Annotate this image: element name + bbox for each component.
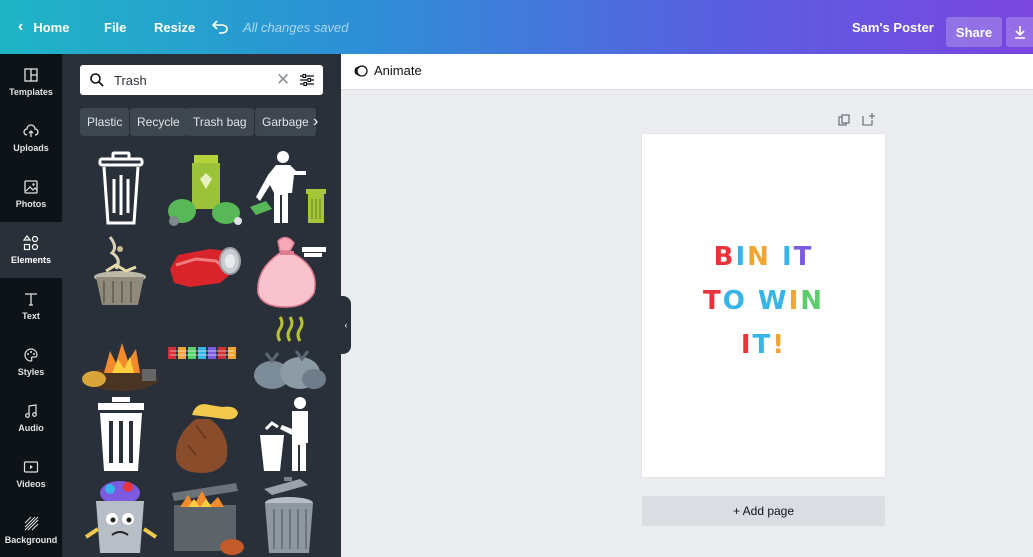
result-burning-dumpster[interactable]: [166, 477, 244, 555]
result-brown-trash-bag[interactable]: [166, 395, 244, 473]
text-icon: [25, 293, 37, 306]
poster-letter: [747, 286, 758, 316]
poster-letter: T: [702, 286, 723, 316]
rail-item-background[interactable]: Background: [0, 502, 62, 557]
animate-icon: [354, 64, 368, 77]
rail-label: Templates: [9, 87, 53, 97]
poster-letter: I: [788, 286, 801, 316]
result-crushed-red-can[interactable]: [166, 231, 244, 309]
result-person-at-trash-can[interactable]: [250, 395, 328, 473]
download-button[interactable]: [1006, 17, 1033, 47]
poster-text-line-3[interactable]: IT!: [642, 330, 885, 360]
poster-letter: N: [747, 242, 771, 272]
poster-letter: T: [752, 330, 773, 360]
rail-label: Videos: [16, 479, 46, 489]
rail-label: Elements: [10, 255, 52, 265]
chevron-left-icon: ‹: [18, 18, 24, 35]
home-button[interactable]: ‹ Home: [18, 0, 69, 54]
video-icon: [23, 461, 39, 473]
result-smelly-garbage-bags[interactable]: [250, 313, 328, 391]
rail-item-text[interactable]: Text: [0, 278, 62, 334]
rail-item-templates[interactable]: Templates: [0, 54, 62, 110]
search-value: Trash: [114, 73, 147, 88]
add-page-button[interactable]: + Add page: [642, 496, 885, 526]
file-menu-button[interactable]: File: [104, 0, 126, 54]
result-pink-trash-bag[interactable]: [250, 231, 328, 309]
rail-item-audio[interactable]: Audio: [0, 390, 62, 446]
rail-label: Photos: [15, 199, 47, 209]
chip-trash-bag[interactable]: Trash bag: [186, 108, 254, 136]
rail-item-styles[interactable]: Styles: [0, 334, 62, 390]
poster-letter: N: [800, 286, 825, 316]
poster-letter: [771, 242, 782, 272]
poster-letter: I: [781, 242, 794, 272]
rail-item-photos[interactable]: Photos: [0, 166, 62, 222]
poster-letter: !: [772, 330, 787, 360]
poster-letter: W: [757, 286, 789, 316]
add-page-icon[interactable]: [862, 112, 876, 126]
palette-icon: [24, 348, 38, 362]
result-outline-trash-can[interactable]: [82, 149, 160, 227]
chip-garbage[interactable]: Garbage: [255, 108, 316, 136]
top-bar: ‹ Home File Resize All changes saved Sam…: [0, 0, 1033, 54]
rail-label: Text: [22, 311, 40, 321]
poster-text-line-2[interactable]: TO WIN: [642, 286, 885, 316]
result-overflowing-trash-can-character[interactable]: [82, 477, 160, 555]
save-status: All changes saved: [243, 19, 349, 35]
design-page[interactable]: BIN IT TO WIN IT!: [642, 134, 885, 477]
poster-letter: T: [793, 242, 814, 272]
chevron-right-icon[interactable]: ›: [313, 108, 318, 136]
rail-item-videos[interactable]: Videos: [0, 446, 62, 502]
search-results-grid: [80, 149, 330, 557]
rail-item-uploads[interactable]: Uploads: [0, 110, 62, 166]
cloud-upload-icon: [23, 124, 39, 137]
rail-label: Uploads: [13, 143, 49, 153]
download-icon: [1014, 26, 1025, 39]
result-burning-garbage-pile[interactable]: [82, 313, 160, 391]
home-label: Home: [33, 19, 70, 35]
resize-button[interactable]: Resize: [154, 0, 195, 54]
poster-letter: O: [722, 286, 747, 316]
clear-search-icon[interactable]: ✕: [276, 70, 290, 90]
result-smoking-trash-can[interactable]: [82, 231, 160, 309]
editor-toolbar: Animate: [341, 54, 1033, 90]
result-person-throwing-trash[interactable]: [250, 149, 328, 227]
result-white-trash-can[interactable]: [82, 395, 160, 473]
background-pattern-icon: [24, 516, 39, 531]
photo-icon: [24, 180, 38, 194]
filter-icon[interactable]: [299, 72, 315, 88]
chip-recycle[interactable]: Recycle: [130, 108, 187, 136]
suggestion-chips: Plastic Recycle Trash bag Garbage ›: [80, 108, 336, 136]
rail-label: Styles: [17, 367, 45, 377]
chip-plastic[interactable]: Plastic: [80, 108, 130, 136]
share-button[interactable]: Share: [946, 17, 1002, 47]
collapse-panel-button[interactable]: ‹: [341, 296, 351, 354]
shapes-icon: [23, 235, 39, 251]
music-note-icon: [25, 404, 37, 418]
rail-item-elements[interactable]: Elements: [0, 222, 62, 278]
poster-letter: B: [713, 242, 736, 272]
page-tools: [838, 112, 878, 128]
poster-text-line-1[interactable]: BIN IT: [642, 242, 885, 272]
search-input[interactable]: Trash ✕: [80, 65, 323, 95]
result-metal-trash-can[interactable]: [250, 477, 328, 555]
poster-letter: I: [735, 242, 748, 272]
result-recycling-bin-with-bags[interactable]: [166, 149, 244, 227]
search-icon: [90, 73, 104, 87]
rail-label: Background: [4, 535, 58, 545]
duplicate-page-icon[interactable]: [838, 114, 850, 126]
document-title[interactable]: Sam's Poster: [852, 0, 934, 54]
animate-label: Animate: [374, 63, 422, 78]
poster-letter: I: [740, 330, 753, 360]
undo-icon[interactable]: [212, 0, 228, 54]
result-row-of-colored-bins[interactable]: [166, 313, 244, 391]
elements-panel: Trash ✕ Plastic Recycle Trash bag Garbag…: [62, 54, 341, 557]
left-nav-rail: Templates Uploads Photos Elements Text S…: [0, 54, 62, 557]
animate-button[interactable]: Animate: [354, 63, 422, 78]
rail-label: Audio: [18, 423, 44, 433]
templates-icon: [24, 68, 38, 82]
